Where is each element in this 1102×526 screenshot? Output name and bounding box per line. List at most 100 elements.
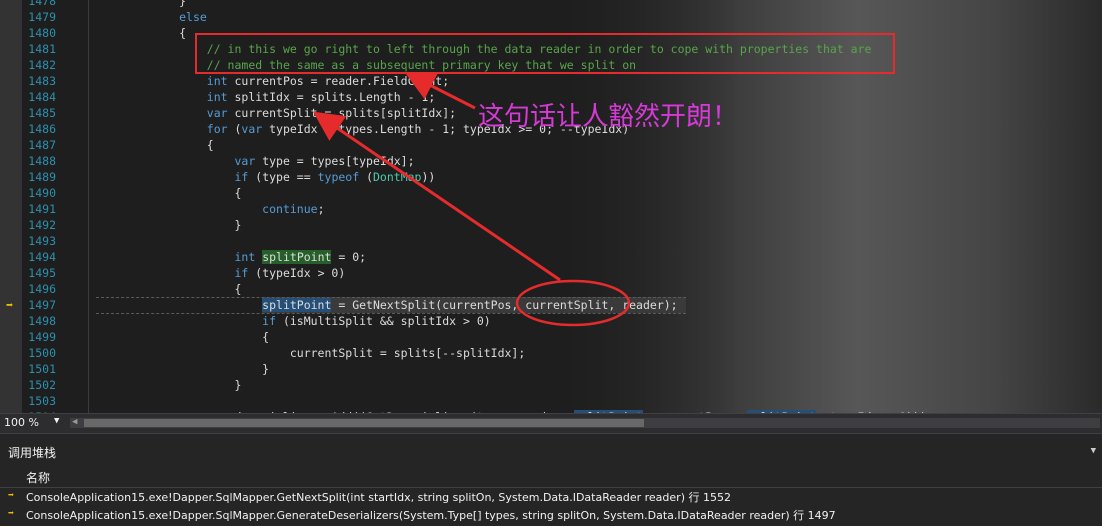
line-number: 1493 bbox=[28, 234, 56, 248]
code-token-kw: var bbox=[241, 122, 263, 136]
line-number: 1497 bbox=[28, 298, 56, 312]
code-token: } bbox=[96, 362, 270, 376]
code-token-hl: splitPoint bbox=[262, 250, 332, 264]
code-token: { bbox=[96, 26, 187, 40]
zoom-dropdown-icon[interactable]: ▼ bbox=[54, 416, 59, 426]
column-header[interactable]: 名称 bbox=[0, 467, 1102, 488]
code-token: { bbox=[96, 186, 242, 200]
line-number: 1489 bbox=[28, 170, 56, 184]
code-line[interactable]: var type = types[typeIdx]; bbox=[96, 153, 415, 169]
code-line[interactable]: var currentSplit = splits[splitIdx]; bbox=[96, 105, 456, 121]
code-token: currentPos = reader.FieldCount; bbox=[227, 74, 450, 88]
code-line[interactable]: } bbox=[96, 0, 186, 9]
code-token-ty: DontMap bbox=[373, 170, 422, 184]
code-line[interactable]: int currentPos = reader.FieldCount; bbox=[96, 73, 449, 89]
code-token-kw: int bbox=[206, 74, 228, 88]
editor-status-bar: 100 % ▼ ◀ bbox=[0, 413, 1102, 433]
code-token-kw: var bbox=[206, 106, 228, 120]
code-line[interactable]: { bbox=[96, 281, 241, 297]
code-token-kw: var bbox=[234, 154, 256, 168]
code-line[interactable]: continue; bbox=[96, 201, 325, 217]
breakpoint-margin[interactable] bbox=[0, 0, 22, 413]
line-number: 1496 bbox=[28, 282, 56, 296]
comment-highlight-box bbox=[195, 33, 895, 74]
annotation-text: 这句话让人豁然开朗！ bbox=[478, 102, 739, 132]
code-token-kw: if bbox=[262, 314, 277, 328]
code-token: )) bbox=[421, 170, 436, 184]
code-token: type = types[typeIdx]; bbox=[255, 154, 415, 168]
line-number: 1498 bbox=[28, 314, 56, 328]
code-editor[interactable]: ➡ 1478 } 1479 else 1480 {1481 // in this w… bbox=[0, 0, 1102, 413]
code-line[interactable]: currentSplit = splits[--splitIdx]; bbox=[96, 345, 525, 361]
scrollbar-thumb[interactable] bbox=[84, 419, 644, 427]
code-token: = 0; bbox=[331, 250, 367, 264]
call-stack-frame: ConsoleApplication15.exe!Dapper.SqlMappe… bbox=[26, 509, 836, 522]
line-number: 1484 bbox=[28, 90, 56, 104]
code-token: ( bbox=[359, 170, 373, 184]
code-token: ( bbox=[227, 122, 242, 136]
code-token: } bbox=[96, 218, 242, 232]
line-number: 1491 bbox=[28, 202, 56, 216]
line-number: 1492 bbox=[28, 218, 56, 232]
panel-menu-icon[interactable]: ▼ bbox=[1091, 446, 1096, 456]
line-number: 1490 bbox=[28, 186, 56, 200]
code-token: currentSplit = splits[--splitIdx]; bbox=[96, 346, 526, 360]
code-token-kw: int bbox=[234, 250, 256, 264]
line-number: 1478 bbox=[28, 0, 56, 8]
code-token-kw: continue bbox=[262, 202, 318, 216]
zoom-level[interactable]: 100 % bbox=[4, 416, 39, 429]
code-line[interactable]: { bbox=[96, 25, 186, 41]
column-name: 名称 bbox=[26, 471, 51, 485]
code-token: } bbox=[96, 0, 187, 8]
code-line[interactable]: { bbox=[96, 185, 241, 201]
code-line[interactable]: splitPoint = GetNextSplit(currentPos, cu… bbox=[96, 297, 678, 313]
code-token-kw: for bbox=[206, 122, 228, 136]
code-line[interactable]: { bbox=[96, 329, 269, 345]
scroll-left-icon[interactable]: ◀ bbox=[72, 417, 77, 427]
frame-icon: ➡ bbox=[8, 508, 15, 519]
code-line[interactable]: int splitIdx = splits.Length - 1; bbox=[96, 89, 436, 105]
code-token: } bbox=[96, 378, 242, 392]
line-number: 1495 bbox=[28, 266, 56, 280]
code-line[interactable]: { bbox=[96, 137, 214, 153]
code-token: currentSplit = splits[splitIdx]; bbox=[227, 106, 457, 120]
execution-pointer-icon: ➡ bbox=[6, 298, 14, 312]
code-line[interactable]: if (typeIdx > 0) bbox=[96, 265, 345, 281]
line-number: 1480 bbox=[28, 26, 56, 40]
line-number: 1499 bbox=[28, 330, 56, 344]
current-frame-icon: ➡ bbox=[8, 490, 15, 501]
code-token: = GetNextSplit(currentPos, currentSplit,… bbox=[331, 298, 678, 312]
code-token-kw: int bbox=[206, 90, 228, 104]
code-line[interactable]: if (isMultiSplit && splitIdx > 0) bbox=[96, 313, 491, 329]
code-token: (typeIdx > 0) bbox=[248, 266, 346, 280]
line-number: 1481 bbox=[28, 42, 56, 56]
code-token: ; bbox=[317, 202, 325, 216]
code-token-kw: if bbox=[234, 266, 249, 280]
code-line[interactable]: if (type == typeof (DontMap)) bbox=[96, 169, 435, 185]
code-line[interactable]: else bbox=[96, 9, 207, 25]
line-number: 1500 bbox=[28, 346, 56, 360]
code-token: { bbox=[96, 330, 270, 344]
line-number: 1483 bbox=[28, 74, 56, 88]
code-line[interactable]: } bbox=[96, 377, 241, 393]
code-line[interactable]: } bbox=[96, 361, 269, 377]
code-line[interactable]: } bbox=[96, 217, 241, 233]
code-line[interactable]: int splitPoint = 0; bbox=[96, 249, 366, 265]
call-stack-row[interactable]: ➡ ConsoleApplication15.exe!Dapper.SqlMap… bbox=[0, 506, 1102, 523]
line-number: 1487 bbox=[28, 138, 56, 152]
call-stack-row[interactable]: ➡ ConsoleApplication15.exe!Dapper.SqlMap… bbox=[0, 488, 1102, 505]
panel-title-bar[interactable]: 调用堆栈 ▼ bbox=[0, 442, 1102, 462]
line-number: 1482 bbox=[28, 58, 56, 72]
code-token: { bbox=[96, 282, 242, 296]
panel-title: 调用堆栈 bbox=[8, 446, 57, 460]
line-number: 1501 bbox=[28, 362, 56, 376]
